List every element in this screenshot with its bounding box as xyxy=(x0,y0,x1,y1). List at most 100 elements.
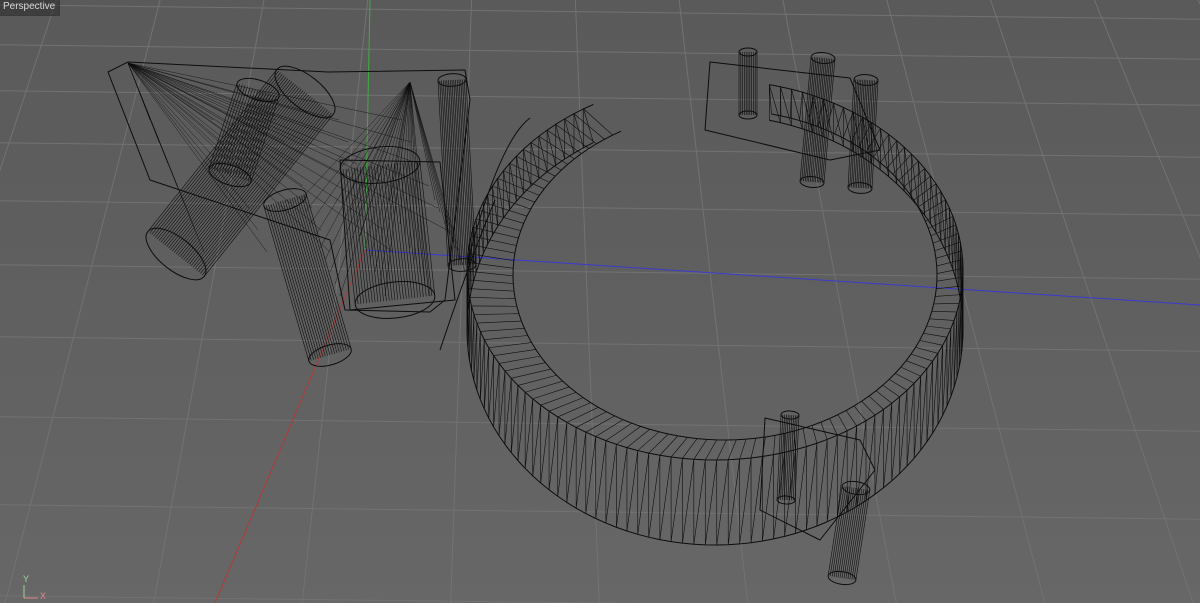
ring-edge xyxy=(480,339,485,400)
cylinder-edge xyxy=(787,415,793,501)
grid-line xyxy=(782,0,897,603)
cylinder-edge xyxy=(287,199,333,355)
ring-edge xyxy=(488,355,494,419)
ring-edge xyxy=(704,459,718,545)
cylinder-edge xyxy=(284,199,331,356)
cylinder-edge xyxy=(866,80,874,189)
leg-cylinder xyxy=(263,188,352,367)
ring-edge xyxy=(946,328,952,407)
cylinder-edge xyxy=(388,164,404,300)
cylinder-edge xyxy=(301,195,347,351)
ring-edge xyxy=(499,355,541,364)
cylinder-edge xyxy=(778,414,784,500)
cylinder-edge xyxy=(835,487,851,578)
cylinder-edge xyxy=(221,87,251,173)
ring-edge xyxy=(566,427,577,503)
cylinder-edge xyxy=(294,197,340,353)
ring-edge xyxy=(511,368,551,379)
ring-edge xyxy=(837,414,848,431)
ring-edge xyxy=(530,142,568,165)
ring-edge xyxy=(926,325,951,330)
ring-edge xyxy=(516,156,524,194)
cylinder-edge xyxy=(792,415,798,501)
grid-line xyxy=(886,0,1046,603)
fan-edge xyxy=(127,62,286,143)
post-cylinder xyxy=(827,480,871,586)
ring-edge xyxy=(659,456,672,540)
ring-edge xyxy=(626,450,639,532)
ring-edge xyxy=(517,374,557,386)
cylinder-edge xyxy=(408,161,424,297)
ring-edge xyxy=(595,419,624,437)
ring-edge xyxy=(532,405,542,476)
grid-line xyxy=(450,0,473,603)
cylinder-edge xyxy=(815,58,827,183)
wireframe-model[interactable] xyxy=(107,47,964,586)
ring-edge xyxy=(648,433,669,454)
ring-edge xyxy=(926,361,933,442)
ring-edge xyxy=(895,373,915,384)
ring-edge xyxy=(929,318,955,321)
ring-edge xyxy=(557,422,568,497)
ring-edge xyxy=(509,163,517,202)
ring-edge xyxy=(517,392,526,461)
upright-cylinder xyxy=(437,73,477,272)
ring-edge xyxy=(503,170,511,210)
ring-edge xyxy=(573,113,605,140)
ring-edge xyxy=(950,320,955,397)
ring-edge xyxy=(942,337,948,416)
ring-edge xyxy=(670,458,683,542)
ring-edge xyxy=(899,390,908,474)
cylinder-edge xyxy=(871,80,879,189)
ring-edge xyxy=(648,455,661,538)
cylinder-edge xyxy=(833,486,849,577)
ring-edge xyxy=(576,411,607,428)
cylinder-edge xyxy=(859,79,867,189)
ring-edge xyxy=(564,118,575,154)
ring-edge xyxy=(516,155,556,177)
ring-edge xyxy=(903,168,925,188)
ring-edge xyxy=(504,378,512,445)
ring-edge xyxy=(936,268,964,274)
ring-edge xyxy=(705,439,717,461)
ring-edge xyxy=(868,395,884,410)
cylinder-edge xyxy=(852,79,860,188)
ring-edge xyxy=(616,447,628,528)
ring-edge xyxy=(466,119,964,546)
ring-edge xyxy=(861,400,876,416)
post-cylinder xyxy=(799,52,836,188)
cylinder-edge xyxy=(263,206,310,362)
cylinder-edge xyxy=(851,489,867,580)
axis-y-label: Y xyxy=(23,574,30,584)
ring-edge xyxy=(919,340,943,346)
ring-edge xyxy=(865,415,876,501)
ring-edge xyxy=(548,416,559,490)
scene-canvas[interactable] xyxy=(0,0,1200,603)
ring-edge xyxy=(883,403,893,488)
ring-edge xyxy=(875,390,892,404)
ring-edge xyxy=(484,335,528,340)
ring-edge xyxy=(557,402,591,418)
world-x-axis xyxy=(214,249,366,603)
cylinder-edge xyxy=(371,165,387,301)
cylinder-edge xyxy=(275,202,321,358)
cylinder-edge xyxy=(391,163,407,299)
cylinder-edge xyxy=(827,485,843,576)
cylinder-edge xyxy=(190,103,321,267)
ring-edge xyxy=(739,457,752,544)
ring-edge xyxy=(750,438,757,459)
ring-edge xyxy=(626,429,650,448)
hub-box xyxy=(339,159,456,311)
ring-edge xyxy=(762,454,774,542)
3d-viewport[interactable]: Perspective Y X xyxy=(0,0,1200,603)
viewport-title[interactable]: Perspective xyxy=(0,0,61,16)
ring-edge xyxy=(468,288,515,292)
ring-edge xyxy=(935,294,961,297)
ring-edge xyxy=(510,385,519,453)
cylinder-edge xyxy=(841,487,857,579)
cylinder-edge xyxy=(268,204,314,360)
ring-edge xyxy=(493,349,536,356)
cylinder-edge xyxy=(291,197,338,354)
cylinder-edge xyxy=(837,487,853,578)
ring-edge xyxy=(682,459,695,544)
